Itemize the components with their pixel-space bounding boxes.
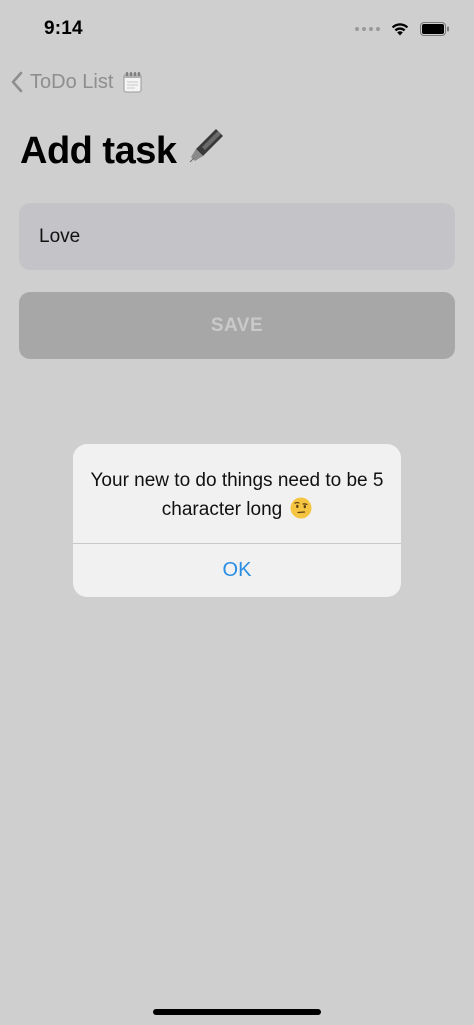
- notepad-icon: [123, 71, 143, 93]
- battery-icon: [420, 21, 450, 36]
- status-time: 9:14: [44, 18, 83, 39]
- alert-ok-button[interactable]: OK: [73, 544, 401, 597]
- alert-message: Your new to do things need to be 5 chara…: [73, 466, 401, 524]
- raised-eyebrow-face-icon: [290, 497, 312, 519]
- back-label: ToDo List: [30, 70, 114, 93]
- status-bar: 9:14: [0, 0, 474, 60]
- task-input[interactable]: [19, 203, 455, 270]
- alert-message-text: Your new to do things need to be 5 chara…: [90, 470, 384, 520]
- wifi-icon: [390, 21, 410, 36]
- page-title-text: Add task: [20, 129, 177, 172]
- save-button[interactable]: SAVE: [19, 292, 455, 359]
- alert-dialog: Your new to do things need to be 5 chara…: [73, 444, 401, 597]
- cellular-signal-icon: [355, 26, 380, 31]
- page-title: Add task: [20, 126, 226, 176]
- status-indicators: [355, 21, 450, 36]
- fountain-pen-icon: [186, 126, 226, 176]
- chevron-left-icon: [10, 70, 24, 94]
- back-button[interactable]: ToDo List: [10, 70, 143, 94]
- home-indicator[interactable]: [153, 1009, 321, 1015]
